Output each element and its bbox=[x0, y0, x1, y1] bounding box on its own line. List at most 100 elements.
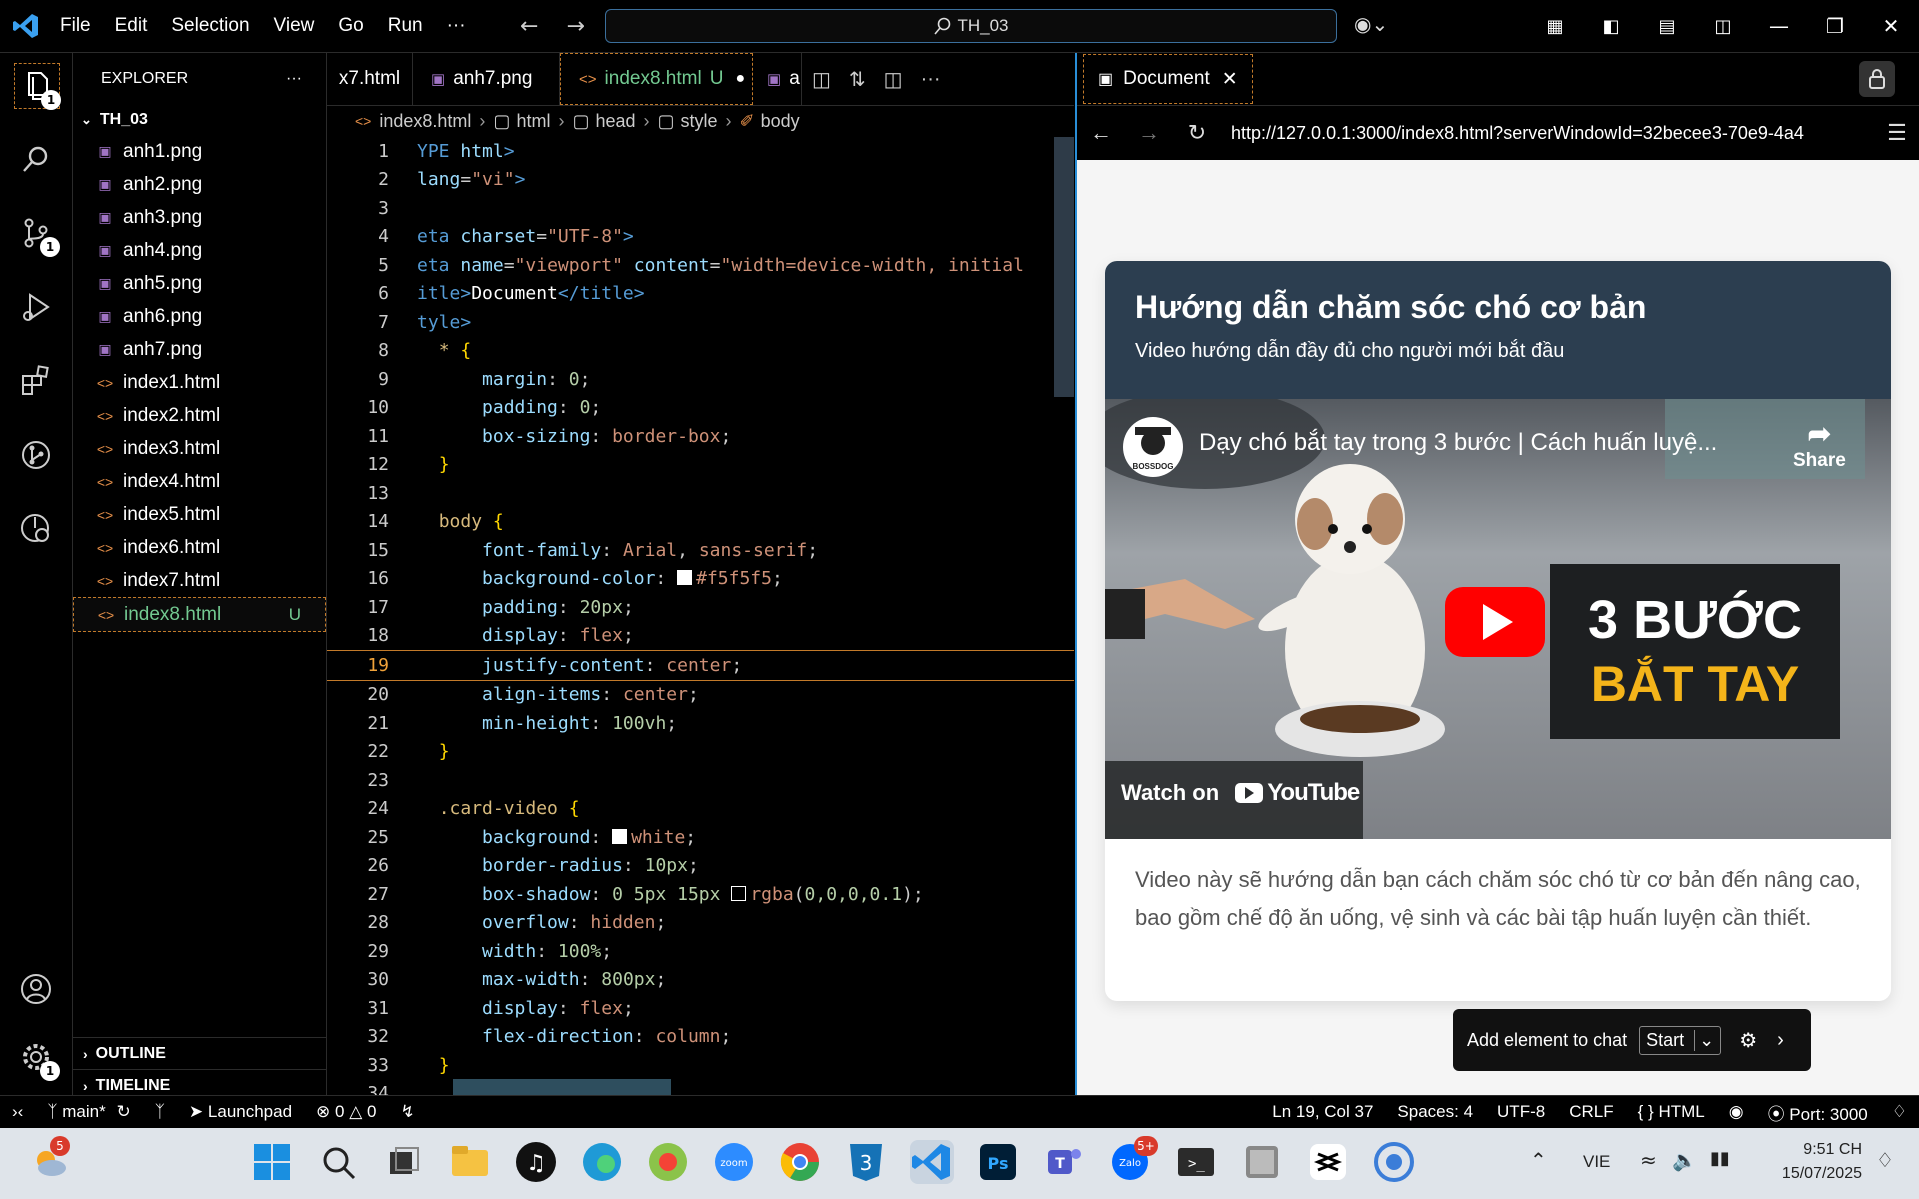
extensions-activity[interactable] bbox=[14, 359, 58, 403]
code-line[interactable]: 7 tyle> bbox=[327, 308, 1074, 337]
color-swatch[interactable] bbox=[677, 570, 693, 586]
menu-go[interactable]: Go bbox=[338, 15, 363, 37]
code-line[interactable]: 18 display: flex; bbox=[327, 622, 1074, 651]
branch-item[interactable]: ᛉ main* ↻ bbox=[47, 1102, 130, 1122]
notification-bell-icon[interactable]: ♢ bbox=[1876, 1148, 1894, 1172]
code-line[interactable]: 15 font-family: Arial, sans-serif; bbox=[327, 536, 1074, 565]
notifications-icon[interactable]: ♢ bbox=[1892, 1102, 1907, 1122]
remote-icon[interactable]: ›‹ bbox=[12, 1102, 23, 1122]
language-mode[interactable]: { } HTML bbox=[1638, 1102, 1705, 1122]
file-item[interactable]: <> index6.html bbox=[73, 531, 326, 564]
code-line[interactable]: 9 margin: 0; bbox=[327, 365, 1074, 394]
menu-icon[interactable]: ☰ bbox=[1873, 120, 1919, 146]
git-graph-activity[interactable] bbox=[14, 433, 58, 477]
code-line[interactable]: 19 justify-content: center; bbox=[327, 650, 1074, 681]
color-swatch[interactable] bbox=[612, 828, 628, 844]
file-item[interactable]: ▣ anh6.png bbox=[73, 300, 326, 333]
code-line[interactable]: 24 .card-video { bbox=[327, 795, 1074, 824]
reload-icon[interactable]: ↻ bbox=[1173, 120, 1221, 146]
code-line[interactable]: 12 } bbox=[327, 451, 1074, 480]
breadcrumb-body[interactable]: body bbox=[761, 111, 800, 132]
zalo-icon[interactable]: Zalo 5+ bbox=[1108, 1136, 1158, 1184]
volume-icon[interactable]: 🔈 bbox=[1672, 1148, 1697, 1172]
compare-icon[interactable]: ⇅ bbox=[849, 67, 866, 92]
search-taskbar[interactable] bbox=[316, 1140, 360, 1184]
file-item[interactable]: <> index7.html bbox=[73, 564, 326, 597]
remote-explorer-activity[interactable] bbox=[14, 507, 58, 551]
tab-index8[interactable]: <> index8.html U ● bbox=[560, 53, 753, 105]
file-item[interactable]: <> index4.html bbox=[73, 465, 326, 498]
code-line[interactable]: 33 } bbox=[327, 1051, 1074, 1080]
restore-icon[interactable]: ❐ bbox=[1807, 14, 1863, 38]
code-line[interactable]: 32 flex-direction: column; bbox=[327, 1023, 1074, 1052]
file-item[interactable]: ▣ anh5.png bbox=[73, 267, 326, 300]
toggle-secondary-sidebar-icon[interactable]: ◫ bbox=[1695, 16, 1751, 37]
tray-chevron-up-icon[interactable]: ⌃ bbox=[1530, 1148, 1547, 1172]
code-line[interactable]: 17 padding: 20px; bbox=[327, 593, 1074, 622]
teams-icon[interactable]: T bbox=[1042, 1140, 1086, 1184]
capcut-icon[interactable] bbox=[1306, 1140, 1350, 1184]
menu-selection[interactable]: Selection bbox=[171, 15, 249, 37]
code-line[interactable]: 6 itle>Document</title> bbox=[327, 280, 1074, 309]
code-area[interactable]: 1 YPE html> 2 lang="vi"> 3 4 eta charset="UTF-… bbox=[327, 137, 1074, 1095]
code-line[interactable]: 21 min-height: 100vh; bbox=[327, 709, 1074, 738]
toggle-sidebar-icon[interactable]: ◧ bbox=[1583, 16, 1639, 37]
file-explorer-icon[interactable] bbox=[448, 1140, 492, 1184]
breadcrumb-file[interactable]: index8.html bbox=[379, 111, 471, 132]
toggle-panel-icon[interactable]: ▤ bbox=[1639, 16, 1695, 37]
menu-more[interactable]: ··· bbox=[447, 15, 466, 37]
forward-arrow-icon[interactable]: → bbox=[1125, 120, 1173, 146]
battery-icon[interactable]: ▮▮ bbox=[1710, 1148, 1730, 1169]
zoom-icon[interactable]: zoom bbox=[712, 1140, 756, 1184]
manage-activity[interactable]: 1 bbox=[14, 1035, 60, 1081]
code-line[interactable]: 4 eta charset="UTF-8"> bbox=[327, 223, 1074, 252]
layout-customize-icon[interactable]: ▦ bbox=[1527, 16, 1583, 37]
problems-item[interactable]: ⊗ 0 △ 0 bbox=[316, 1102, 376, 1122]
accounts-activity[interactable] bbox=[14, 967, 58, 1011]
more-actions-icon[interactable]: ··· bbox=[921, 68, 941, 91]
explorer-activity[interactable]: 1 bbox=[14, 63, 61, 110]
app-icon-green[interactable] bbox=[646, 1140, 690, 1184]
source-control-activity[interactable]: 1 bbox=[14, 211, 60, 257]
code-line[interactable]: 30 max-width: 800px; bbox=[327, 966, 1074, 995]
file-item[interactable]: <> index2.html bbox=[73, 399, 326, 432]
chevron-right-icon[interactable]: › bbox=[1777, 1029, 1784, 1052]
color-swatch[interactable] bbox=[731, 885, 747, 901]
code-line[interactable]: 20 align-items: center; bbox=[327, 681, 1074, 710]
file-item[interactable]: <> index3.html bbox=[73, 432, 326, 465]
wifi-icon[interactable]: ≈ bbox=[1640, 1148, 1657, 1172]
code-line[interactable]: 28 overflow: hidden; bbox=[327, 909, 1074, 938]
back-arrow-icon[interactable]: ← bbox=[1077, 120, 1125, 146]
gear-icon[interactable]: ⚙ bbox=[1739, 1028, 1757, 1053]
terminal-icon[interactable]: >_ bbox=[1174, 1140, 1218, 1184]
chrome-icon[interactable] bbox=[778, 1140, 822, 1184]
launchpad-item[interactable]: ➤ Launchpad bbox=[189, 1102, 292, 1122]
open-preview-icon[interactable]: ◫ bbox=[812, 67, 831, 92]
tab-anh-partial[interactable]: ▣ anh bbox=[753, 53, 802, 105]
forward-arrow-icon[interactable]: → bbox=[566, 14, 584, 39]
code-line[interactable]: 34 bbox=[327, 1080, 1074, 1095]
code-line[interactable]: 8 * { bbox=[327, 337, 1074, 366]
breadcrumb-style[interactable]: style bbox=[681, 111, 718, 132]
watch-on-youtube[interactable]: Watch on YouTube bbox=[1121, 779, 1360, 807]
preview-tab[interactable]: ▣ Document ✕ bbox=[1083, 54, 1253, 104]
folder-header[interactable]: ⌄ TH_03 bbox=[73, 105, 326, 135]
file-item[interactable]: ▣ anh7.png bbox=[73, 333, 326, 366]
file-item[interactable]: ▣ anh1.png bbox=[73, 135, 326, 168]
close-icon[interactable]: ✕ bbox=[1222, 68, 1238, 91]
code-line[interactable]: 10 padding: 0; bbox=[327, 394, 1074, 423]
code-line[interactable]: 16 background-color: #f5f5f5; bbox=[327, 565, 1074, 594]
menu-run[interactable]: Run bbox=[388, 15, 423, 37]
menu-view[interactable]: View bbox=[274, 15, 315, 37]
copilot-icon[interactable]: ◉⌄ bbox=[1354, 12, 1388, 36]
cursor-position[interactable]: Ln 19, Col 37 bbox=[1272, 1102, 1373, 1122]
youtube-embed[interactable]: BOSSDOG Dạy chó bắt tay trong 3 bước | C… bbox=[1105, 399, 1891, 839]
file-item[interactable]: <> index1.html bbox=[73, 366, 326, 399]
code-line[interactable]: 26 border-radius: 10px; bbox=[327, 852, 1074, 881]
file-item[interactable]: ▣ anh3.png bbox=[73, 201, 326, 234]
tiktok-icon[interactable]: ♫ bbox=[514, 1140, 558, 1184]
share-button[interactable]: ➦ Share bbox=[1793, 417, 1846, 472]
code-line[interactable]: 3 bbox=[327, 194, 1074, 223]
input-language[interactable]: VIE bbox=[1583, 1152, 1610, 1172]
file-item[interactable]: ▣ anh4.png bbox=[73, 234, 326, 267]
